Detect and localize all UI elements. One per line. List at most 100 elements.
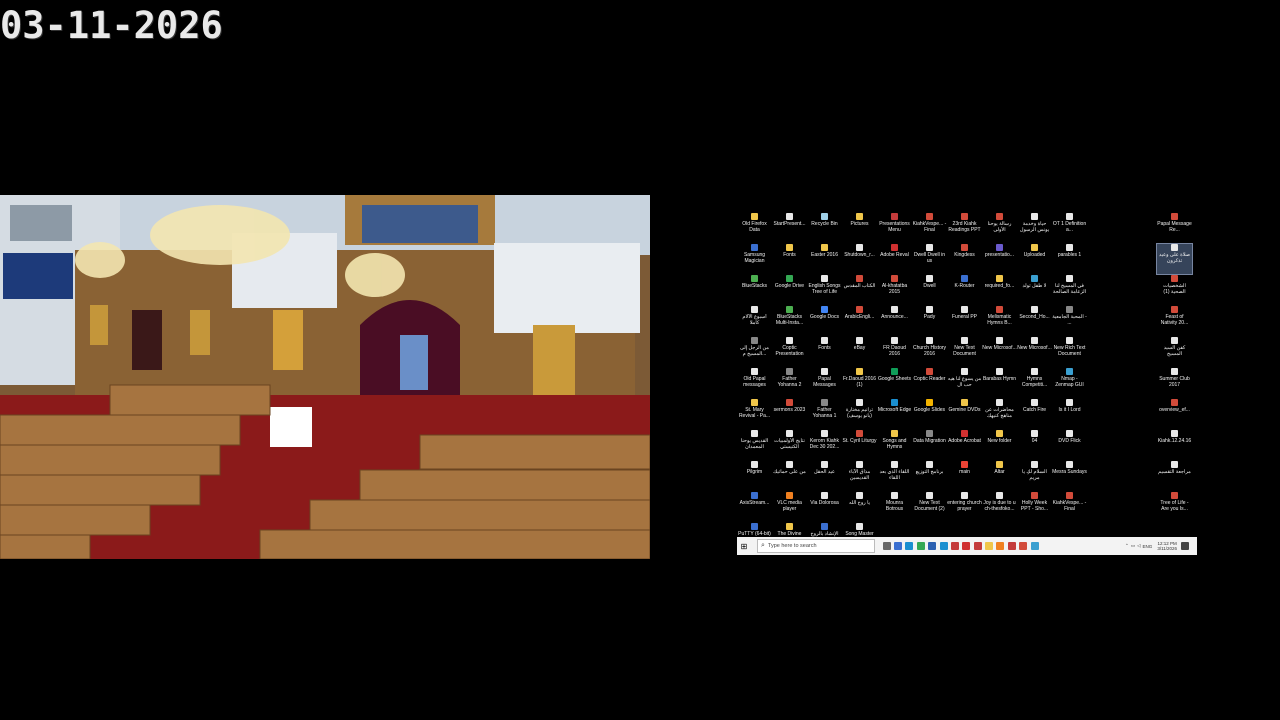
desktop-icon[interactable]: Nmap - Zenmap GUI	[1052, 368, 1087, 398]
desktop-icon[interactable]: لا طفل تولد	[1017, 275, 1052, 305]
windows-start-icon[interactable]: ⊞	[737, 537, 751, 555]
desktop-icon[interactable]: sermons 2023	[772, 399, 807, 429]
desktop-icon[interactable]: St. Mary Revival - Pa...	[737, 399, 772, 429]
volume-icon[interactable]: ◁	[1137, 543, 1140, 549]
desktop-icon[interactable]: Songs and Hymns	[877, 430, 912, 460]
desktop-icon[interactable]: 04	[1017, 430, 1052, 460]
desktop-icon[interactable]: Data Migration	[912, 430, 947, 460]
desktop-icon[interactable]: Pilgrim	[737, 461, 772, 491]
pinned-app-icon[interactable]	[905, 542, 914, 550]
desktop-icon[interactable]: Joy is due to u ch-thesfoko...	[982, 492, 1017, 522]
desktop-icon[interactable]: Church History 2016	[912, 337, 947, 367]
desktop-icon[interactable]: parables 1	[1052, 244, 1087, 274]
desktop-icon[interactable]: required_fo...	[982, 275, 1017, 305]
desktop-icon[interactable]: VLC media player	[772, 492, 807, 522]
desktop-icon[interactable]: DVD Flick	[1052, 430, 1087, 460]
desktop-icon[interactable]: Adobe Acrobat	[947, 430, 982, 460]
desktop-icon[interactable]: entering church prayer	[947, 492, 982, 522]
desktop-icon[interactable]: Coptic Presentation	[772, 337, 807, 367]
network-icon[interactable]: ▭	[1131, 543, 1135, 549]
pinned-app-icon[interactable]	[1030, 542, 1039, 550]
desktop-icon[interactable]: BlueStacks	[737, 275, 772, 305]
desktop-icon[interactable]: Holly Week PPT - Sho...	[1017, 492, 1052, 522]
desktop-icon[interactable]: Google Slides	[912, 399, 947, 429]
desktop-icon[interactable]: Dwell Dwell in us	[912, 244, 947, 274]
pinned-app-icon[interactable]	[939, 542, 948, 550]
desktop-icon[interactable]: الشخصيات الصحية (1)	[1157, 275, 1192, 305]
language-indicator[interactable]: ENG	[1143, 544, 1153, 549]
desktop-icon[interactable]: Mesra Sundays	[1052, 461, 1087, 491]
desktop-icon[interactable]: مذاق الآباء القديسين	[842, 461, 877, 491]
desktop-icon[interactable]: St. Cyril Liturgy	[842, 430, 877, 460]
desktop-icon[interactable]: main	[947, 461, 982, 491]
desktop-icon[interactable]: كفن السيد المسيح	[1157, 337, 1192, 367]
pinned-app-icon[interactable]	[950, 542, 959, 550]
pinned-app-icon[interactable]	[1007, 542, 1016, 550]
desktop-icon[interactable]: حياة وخدمة يونس الرسول	[1017, 213, 1052, 243]
desktop-icon[interactable]: KiahkVespe... - Final	[1052, 492, 1087, 522]
desktop-icon[interactable]: عيد الحقل	[807, 461, 842, 491]
taskbar-clock[interactable]: 12:12 PM 3/11/2026	[1157, 541, 1177, 551]
desktop-icon[interactable]: New folder	[982, 430, 1017, 460]
desktop-icon[interactable]: Shutdown_r...	[842, 244, 877, 274]
desktop-icon[interactable]: Adobe Reval	[877, 244, 912, 274]
desktop-icon[interactable]: Barabas Hymn	[982, 368, 1017, 398]
desktop-icon[interactable]: من على حماتيك	[772, 461, 807, 491]
desktop-icon[interactable]: Gemine DVDs	[947, 399, 982, 429]
desktop-icon[interactable]: في المسيح لنا الزعامة الصالحة	[1052, 275, 1087, 305]
desktop-icon[interactable]: Easter 2016	[807, 244, 842, 274]
desktop-icon[interactable]: من يسوع لنا هيه حب ال	[947, 368, 982, 398]
desktop-icon[interactable]: Via Dolorosa	[807, 492, 842, 522]
desktop-icon[interactable]: overview_ef...	[1157, 399, 1192, 429]
desktop-icon[interactable]: Microsoft Edge	[877, 399, 912, 429]
notification-icon[interactable]	[1181, 542, 1189, 550]
pinned-app-icon[interactable]	[973, 542, 982, 550]
desktop-icon[interactable]: Google Drive	[772, 275, 807, 305]
desktop-icon[interactable]: رسالة يوحنا الأولى	[982, 213, 1017, 243]
desktop-icon[interactable]: القديس يوحنا المعمدان	[737, 430, 772, 460]
desktop-icon[interactable]: برنامج التوزيع	[912, 461, 947, 491]
desktop-icon[interactable]: KiahkVespe... - Final	[912, 213, 947, 243]
desktop-icon[interactable]: من الرجل إلى المسيح م...	[737, 337, 772, 367]
desktop-icon[interactable]: New Rich Text Document	[1052, 337, 1087, 367]
pinned-app-icon[interactable]	[928, 542, 937, 550]
desktop-icon[interactable]: Fonts	[807, 337, 842, 367]
desktop-icon[interactable]: Uploaded	[1017, 244, 1052, 274]
desktop-icon[interactable]: Melismatic Hymns B...	[982, 306, 1017, 336]
desktop-icon[interactable]: Old Papal messages	[737, 368, 772, 398]
desktop-icon[interactable]: Announce...	[877, 306, 912, 336]
desktop-icon[interactable]: Mounra Botrous	[877, 492, 912, 522]
desktop-icon[interactable]: Kerorn Kiahk Dec 30 202...	[807, 430, 842, 460]
desktop-icon[interactable]: Papal Message Re...	[1157, 213, 1192, 243]
desktop-icon[interactable]: Is it I Lord	[1052, 399, 1087, 429]
desktop-icon[interactable]: Presentations Menu	[877, 213, 912, 243]
desktop-icon[interactable]: StartPresent...	[772, 213, 807, 243]
desktop-icon[interactable]: Al-khatatba 2015	[877, 275, 912, 305]
desktop-icon[interactable]: ArabicEngli...	[842, 306, 877, 336]
desktop-icon[interactable]: الكتاب المقدس	[842, 275, 877, 305]
desktop-icon[interactable]: Father Yohanna 2	[772, 368, 807, 398]
desktop-icon[interactable]: AxisStream...	[737, 492, 772, 522]
desktop-icon[interactable]: Coptic Reader	[912, 368, 947, 398]
desktop-icon[interactable]: Pictures	[842, 213, 877, 243]
desktop-icon[interactable]: OT 1 Definition a...	[1052, 213, 1087, 243]
desktop-icon[interactable]: Funeral PP	[947, 306, 982, 336]
chevron-up-icon[interactable]: ⌃	[1125, 543, 1129, 549]
desktop-icon[interactable]: السلام لكِ يا مريم	[1017, 461, 1052, 491]
desktop-icon[interactable]: Samsung Magician	[737, 244, 772, 274]
taskbar-search-input[interactable]: ⌕ Type here to search	[757, 539, 875, 553]
pinned-app-icon[interactable]	[916, 542, 925, 550]
pinned-app-icon[interactable]	[882, 542, 891, 550]
desktop-icon[interactable]: Google Sheets	[877, 368, 912, 398]
desktop-icon[interactable]: Fr.Daoud 2016 (1)	[842, 368, 877, 398]
desktop-icon[interactable]: eBay	[842, 337, 877, 367]
desktop-icon[interactable]: Old Firefox Data	[737, 213, 772, 243]
desktop-icon[interactable]: Pady	[912, 306, 947, 336]
desktop-icon[interactable]: New Microsof...	[1017, 337, 1052, 367]
desktop-icon[interactable]: New Microsof...	[982, 337, 1017, 367]
desktop-icon[interactable]: New Text Document (2)	[912, 492, 947, 522]
desktop-icon[interactable]: نتايج الأولمبيات الكنيستي	[772, 430, 807, 460]
desktop-icon[interactable]: صلاة على وعيد تذكرون	[1156, 243, 1193, 275]
desktop-icon[interactable]: المحبة الجامعية - ...	[1052, 306, 1087, 336]
pinned-app-icon[interactable]	[996, 542, 1005, 550]
